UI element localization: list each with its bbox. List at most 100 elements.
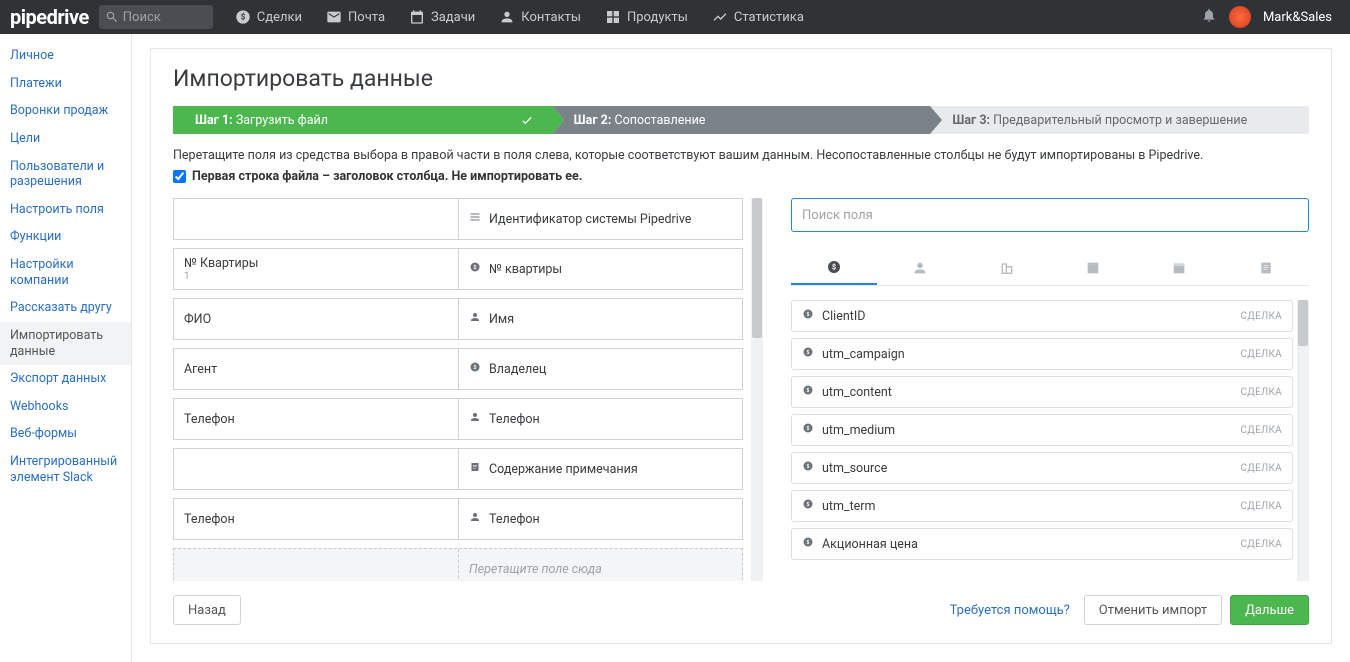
tab-activity[interactable] (1136, 250, 1222, 285)
field-item[interactable]: $ClientIDСДЕЛКА (791, 300, 1293, 332)
mapped-field[interactable]: $Владелец (458, 349, 742, 389)
global-search[interactable] (99, 5, 213, 29)
help-link[interactable]: Требуется помощь? (950, 603, 1070, 618)
global-search-input[interactable] (123, 10, 203, 25)
field-picker: $ $ClientIDСДЕЛКА $utm_campaignСДЕЛКА $utm… (791, 198, 1309, 581)
nav-contacts[interactable]: Контакты (487, 0, 593, 34)
nav-contacts-label: Контакты (521, 10, 581, 25)
box-icon (1085, 260, 1101, 276)
nav-products[interactable]: Продукты (593, 0, 700, 34)
check-icon (520, 113, 534, 127)
notifications-button[interactable] (1201, 7, 1217, 27)
person-icon (469, 311, 481, 327)
field-item[interactable]: $utm_contentСДЕЛКА (791, 376, 1293, 408)
mapping-row[interactable]: ТелефонТелефон (173, 498, 743, 540)
first-row-option: Первая строка файла – заголовок столбца.… (173, 169, 1309, 184)
mapped-field[interactable]: Содержание примечания (458, 449, 742, 489)
sidebar-item-payments[interactable]: Платежи (0, 70, 131, 98)
mapped-field[interactable]: Телефон (458, 499, 742, 539)
mapping-row[interactable]: ФИОИмя (173, 298, 743, 340)
source-column (174, 449, 458, 489)
mapping-row[interactable]: № Квартиры1$№ квартиры (173, 248, 743, 290)
sidebar-item-pipelines[interactable]: Воронки продаж (0, 97, 131, 125)
mapping-area: Идентификатор системы Pipedrive№ Квартир… (173, 198, 1309, 581)
svg-text:$: $ (806, 501, 809, 508)
nav-tasks[interactable]: Задачи (397, 0, 487, 34)
mail-icon (326, 9, 342, 25)
field-item[interactable]: $utm_campaignСДЕЛКА (791, 338, 1293, 370)
sidebar-item-fields[interactable]: Настроить поля (0, 196, 131, 224)
sidebar-item-slack[interactable]: Интегрированный элемент Slack (0, 448, 131, 491)
mapped-field[interactable]: Имя (458, 299, 742, 339)
mapping-scrollbar[interactable] (751, 198, 763, 581)
nav-mail[interactable]: Почта (314, 0, 397, 34)
field-item[interactable]: $utm_sourceСДЕЛКА (791, 452, 1293, 484)
source-column: Агент (174, 349, 458, 389)
hint-text: Перетащите поля из средства выбора в пра… (173, 148, 1309, 163)
field-list-wrap: $ClientIDСДЕЛКА $utm_campaignСДЕЛКА $utm_c… (791, 300, 1309, 581)
next-button[interactable]: Дальше (1230, 595, 1309, 625)
first-row-label[interactable]: Первая строка файла – заголовок столбца.… (192, 169, 582, 184)
sidebar-item-goals[interactable]: Цели (0, 125, 131, 153)
mapping-row[interactable]: ТелефонТелефон (173, 398, 743, 440)
mapped-field[interactable]: Идентификатор системы Pipedrive (458, 199, 742, 239)
sidebar-item-users[interactable]: Пользователи и разрешения (0, 153, 131, 196)
field-search-input[interactable] (802, 208, 1298, 223)
sidebar-item-features[interactable]: Функции (0, 223, 131, 251)
field-badge: СДЕЛКА (1240, 425, 1282, 436)
bars-icon (469, 211, 481, 227)
nav-stats[interactable]: Статистика (700, 0, 816, 34)
mapping-row[interactable]: Содержание примечания (173, 448, 743, 490)
mapping-row[interactable]: Идентификатор системы Pipedrive (173, 198, 743, 240)
mapped-field[interactable]: $№ квартиры (458, 249, 742, 289)
mapping-row[interactable]: Агент$Владелец (173, 348, 743, 390)
tab-deal[interactable]: $ (791, 250, 877, 285)
step-3: Шаг 3: Предварительный просмотр и заверш… (930, 106, 1309, 134)
deal-icon: $ (802, 422, 822, 438)
mapped-field[interactable]: Телефон (458, 399, 742, 439)
chart-icon (712, 9, 728, 25)
sidebar-item-webforms[interactable]: Веб-формы (0, 420, 131, 448)
sidebar-item-export[interactable]: Экспорт данных (0, 365, 131, 393)
field-item[interactable]: $Акционная ценаСДЕЛКА (791, 528, 1293, 560)
deal-icon: $ (802, 308, 822, 324)
field-item[interactable]: $utm_termСДЕЛКА (791, 490, 1293, 522)
back-button[interactable]: Назад (173, 595, 241, 625)
page-title: Импортировать данные (173, 65, 1309, 92)
sidebar-item-personal[interactable]: Личное (0, 42, 131, 70)
main: Импортировать данные Шаг 1: Загрузить фа… (132, 34, 1350, 662)
field-item[interactable]: $utm_mediumСДЕЛКА (791, 414, 1293, 446)
tab-org[interactable] (964, 250, 1050, 285)
username[interactable]: Mark&Sales (1263, 10, 1332, 25)
tab-note[interactable] (1223, 250, 1309, 285)
source-column: № Квартиры1 (174, 249, 458, 289)
sidebar-item-refer[interactable]: Рассказать другу (0, 294, 131, 322)
tab-product[interactable] (1050, 250, 1136, 285)
nav-deals[interactable]: $ Сделки (223, 0, 314, 34)
person-icon (499, 9, 515, 25)
sidebar-item-webhooks[interactable]: Webhooks (0, 393, 131, 421)
cancel-import-button[interactable]: Отменить импорт (1084, 595, 1222, 625)
sidebar-item-import[interactable]: Импортировать данные (0, 322, 131, 365)
step-bar: Шаг 1: Загрузить файл Шаг 2: Сопоставлен… (173, 106, 1309, 134)
field-badge: СДЕЛКА (1240, 539, 1282, 550)
step-1: Шаг 1: Загрузить файл (173, 106, 552, 134)
logo[interactable]: pipedrive (8, 5, 95, 29)
field-category-tabs: $ (791, 250, 1309, 286)
deal-icon: $ (826, 259, 842, 275)
mapping-drop-target[interactable]: Перетащите поле сюда (173, 548, 743, 581)
nav-stats-label: Статистика (734, 10, 804, 25)
field-badge: СДЕЛКА (1240, 387, 1282, 398)
nav-deals-label: Сделки (257, 10, 302, 25)
search-icon (105, 10, 119, 24)
deal-icon: $ (802, 346, 822, 362)
first-row-checkbox[interactable] (173, 170, 186, 183)
mapping-rows: Идентификатор системы Pipedrive№ Квартир… (173, 198, 747, 581)
field-search[interactable] (791, 198, 1309, 232)
svg-text:$: $ (806, 425, 809, 432)
svg-text:$: $ (473, 364, 476, 371)
field-list-scrollbar[interactable] (1297, 300, 1309, 581)
tab-person[interactable] (877, 250, 963, 285)
avatar[interactable] (1229, 6, 1251, 28)
sidebar-item-company[interactable]: Настройки компании (0, 251, 131, 294)
